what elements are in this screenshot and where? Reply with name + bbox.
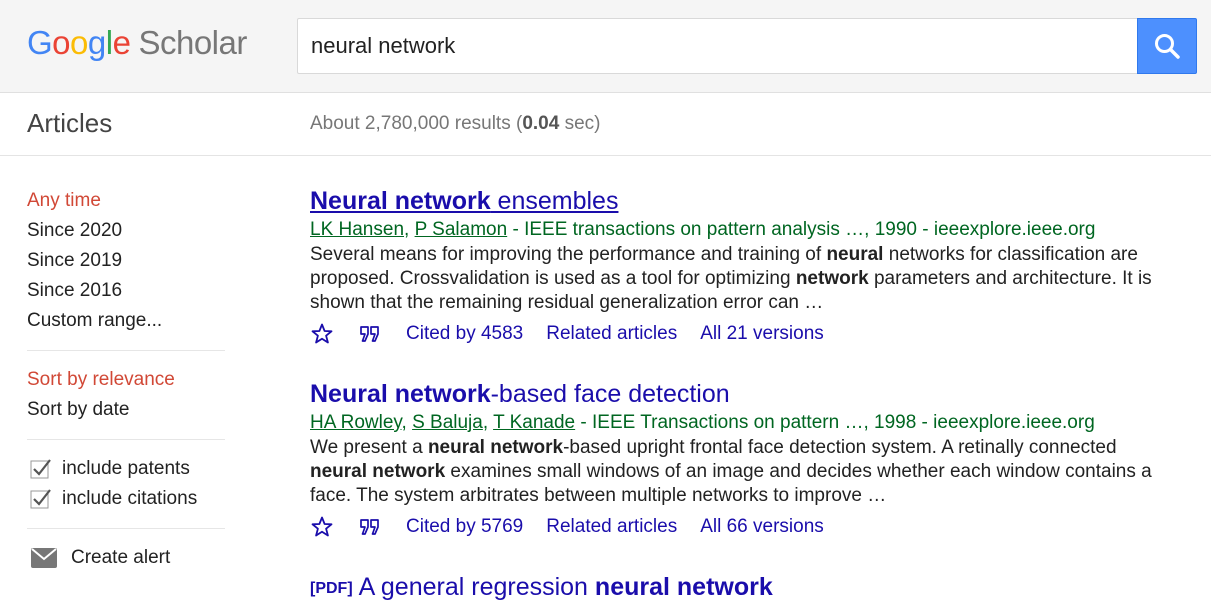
author-link[interactable]: P Salamon [415,219,508,240]
result-title-link[interactable]: Neural network-based face detection [310,379,1170,410]
save-star-button[interactable] [310,515,334,539]
result-title-link[interactable]: Neural network ensembles [310,186,1170,217]
result-snippet: Several means for improving the performa… [310,244,1152,313]
author-link[interactable]: T Kanade [493,412,575,433]
quote-icon [360,326,379,342]
envelope-icon [31,548,57,568]
checkmark-icon [30,489,51,509]
filter-since-2016[interactable]: Since 2016 [27,276,227,306]
sub-bar: Articles About 2,780,000 results (0.04 s… [0,93,1211,156]
star-icon [311,516,333,537]
include-citations-label: include citations [62,488,198,509]
result-title-link[interactable]: [PDF] A general regression neural network [310,572,1170,604]
filter-custom-range[interactable]: Custom range... [27,306,227,336]
create-alert-link[interactable]: Create alert [27,543,227,573]
cited-by-link[interactable]: Cited by 5769 [406,516,523,538]
google-scholar-logo[interactable]: Google Scholar [27,24,247,62]
result-source: - IEEE transactions on pattern analysis … [507,219,1096,240]
filter-any-time[interactable]: Any time [27,186,227,216]
divider [27,439,225,440]
filter-sidebar: Any time Since 2020 Since 2019 Since 201… [27,186,227,573]
star-icon [311,323,333,344]
author-link[interactable]: LK Hansen [310,219,404,240]
sort-by-relevance[interactable]: Sort by relevance [27,365,227,395]
search-icon [1155,34,1180,59]
save-star-button[interactable] [310,322,334,346]
result-source: - IEEE Transactions on pattern …, 1998 -… [575,412,1095,433]
result-snippet: We present a neural network-based uprigh… [310,437,1152,506]
sort-by-date[interactable]: Sort by date [27,395,227,425]
results-count: About 2,780,000 results (0.04 sec) [310,113,601,134]
divider [27,350,225,351]
result-authors: HA Rowley, S Baluja, T Kanade - IEEE Tra… [310,412,1095,433]
all-versions-link[interactable]: All 21 versions [700,323,824,345]
top-bar: Google Scholar [0,0,1211,93]
results-list: Neural network ensembles LK Hansen, P Sa… [310,186,1170,607]
include-citations-checkbox[interactable]: include citations [27,484,227,514]
search-input[interactable] [298,19,1139,73]
author-link[interactable]: HA Rowley [310,412,402,433]
include-patents-checkbox[interactable]: include patents [27,454,227,484]
result-item: Neural network ensembles LK Hansen, P Sa… [310,186,1170,351]
search-button[interactable] [1137,18,1197,74]
result-authors: LK Hansen, P Salamon - IEEE transactions… [310,219,1096,240]
section-title-articles: Articles [27,108,113,138]
cited-by-link[interactable]: Cited by 4583 [406,323,523,345]
all-versions-link[interactable]: All 66 versions [700,516,824,538]
filter-since-2019[interactable]: Since 2019 [27,246,227,276]
cite-button[interactable] [358,322,382,346]
result-actions: Cited by 5769 Related articles All 66 ve… [310,510,1170,544]
result-actions: Cited by 4583 Related articles All 21 ve… [310,317,1170,351]
create-alert-label: Create alert [71,547,171,568]
search-box [297,18,1139,74]
pdf-tag: [PDF] [310,580,353,597]
result-item: Neural network-based face detection HA R… [310,379,1170,544]
related-articles-link[interactable]: Related articles [546,516,677,538]
include-patents-label: include patents [62,458,190,479]
filter-since-2020[interactable]: Since 2020 [27,216,227,246]
related-articles-link[interactable]: Related articles [546,323,677,345]
divider [27,528,225,529]
checkmark-icon [30,459,51,479]
result-item: [PDF] A general regression neural network [310,572,1170,604]
author-link[interactable]: S Baluja [412,412,483,433]
quote-icon [360,519,379,535]
cite-button[interactable] [358,515,382,539]
